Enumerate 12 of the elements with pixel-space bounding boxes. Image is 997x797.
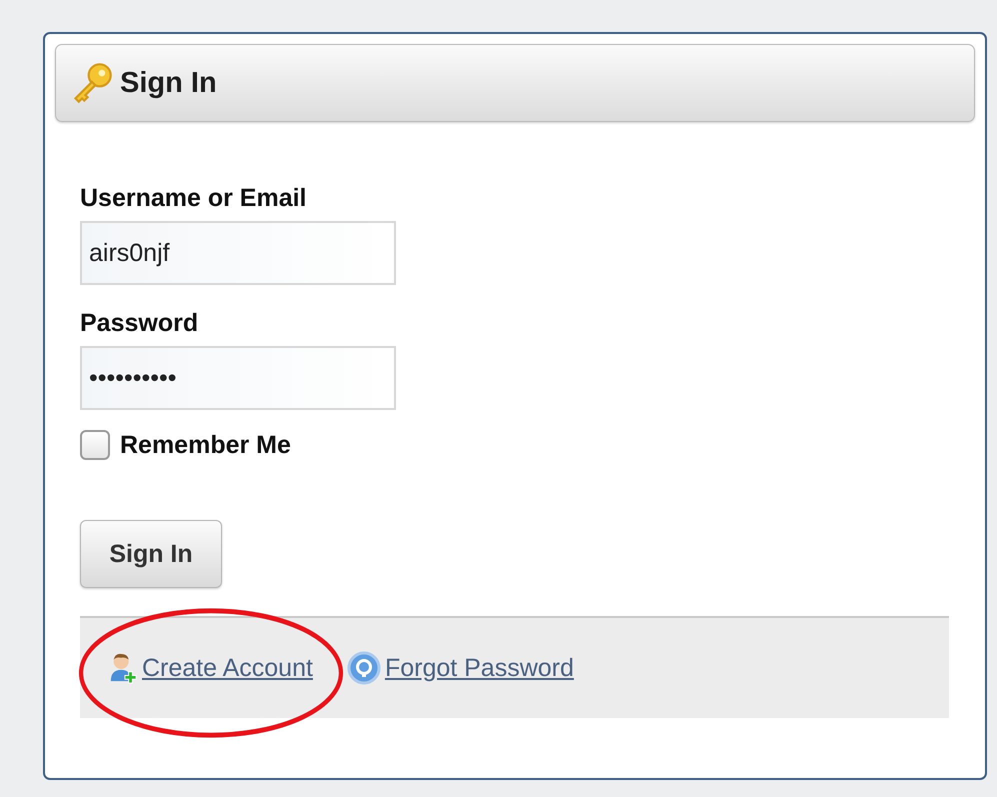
field-label: Username or Email <box>80 184 306 213</box>
input-field[interactable]: airs0njf <box>80 221 396 285</box>
sign-in-button[interactable]: Sign In <box>80 520 222 588</box>
input-field[interactable]: •••••••••• <box>80 346 396 410</box>
field-label: Password <box>80 309 198 338</box>
user-add-icon <box>108 651 138 685</box>
panel-title: Sign In <box>120 66 217 100</box>
help-icon <box>346 651 381 685</box>
remember-checkbox[interactable] <box>80 430 110 460</box>
account-link[interactable]: Create Account <box>142 654 313 682</box>
account-link[interactable]: Forgot Password <box>384 654 574 682</box>
checkbox-label: Remember Me <box>120 430 291 460</box>
